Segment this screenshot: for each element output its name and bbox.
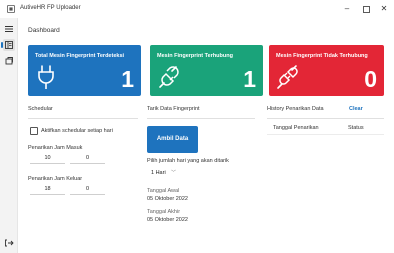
card-title: Mesin Fingerprint Terhubung	[157, 53, 233, 59]
plug-connected-icon	[159, 66, 179, 88]
plug-icon	[38, 65, 54, 89]
app-icon	[7, 5, 15, 13]
end-date-value: 05 Oktober 2022	[147, 217, 188, 223]
sidebar	[0, 18, 18, 253]
keluar-hour-input[interactable]: 18	[30, 184, 65, 195]
minimize-icon[interactable]: –	[337, 3, 357, 15]
card-value: 0	[364, 66, 377, 92]
masuk-minute-input[interactable]: 0	[70, 153, 105, 164]
window-title: AutiveHR FP Uploader	[20, 5, 81, 11]
maximize-icon[interactable]	[356, 3, 376, 15]
history-title: History Penarikan Data	[267, 106, 324, 112]
clear-button[interactable]: Clear	[349, 106, 363, 112]
close-icon[interactable]: ✕	[374, 3, 394, 15]
days-select[interactable]: 1 Hari ﹀	[148, 168, 178, 179]
schedular-title: Schedular	[28, 106, 53, 112]
card-value: 1	[121, 66, 134, 92]
schedular-checkbox-label: Aktifkan schedular setiap hari	[41, 128, 113, 134]
chevron-down-icon: ﹀	[170, 170, 176, 176]
days-label: Pilih jumlah hari yang akan ditarik	[147, 158, 229, 164]
tarik-divider	[147, 118, 255, 119]
start-date-label: Tanggal Awal	[147, 188, 180, 194]
masuk-label: Penarikan Jam Masuk	[28, 145, 83, 151]
card-disconnected: Mesin Fingerprint Tidak Terhubung 0	[269, 45, 384, 96]
keluar-minute-input[interactable]: 0	[70, 184, 105, 195]
history-header-divider	[267, 134, 384, 135]
card-value: 1	[243, 66, 256, 92]
plug-disconnected-icon	[277, 65, 298, 89]
ambil-data-button[interactable]: Ambil Data	[147, 126, 198, 153]
history-divider	[267, 118, 384, 119]
schedular-checkbox[interactable]	[30, 127, 38, 135]
keluar-label: Penarikan Jam Keluar	[28, 176, 83, 182]
dashboard-icon[interactable]	[1, 39, 15, 51]
tarik-title: Tarik Data Fingerprint	[147, 106, 200, 112]
schedular-divider	[28, 118, 138, 119]
end-date-label: Tanggal Akhir	[147, 209, 181, 215]
history-col-status: Status	[348, 125, 364, 131]
title-bar: AutiveHR FP Uploader – ✕	[0, 0, 394, 18]
page-title: Dashboard	[28, 27, 60, 34]
history-col-tanggal: Tanggal Penarikan	[273, 125, 319, 131]
card-title: Mesin Fingerprint Tidak Terhubung	[276, 53, 368, 59]
start-date-value: 05 Oktober 2022	[147, 196, 188, 202]
card-connected: Mesin Fingerprint Terhubung 1	[150, 45, 263, 96]
logout-icon[interactable]	[3, 237, 15, 249]
card-title: Total Mesin Fingerprint Terdeteksi	[35, 53, 125, 59]
sync-icon[interactable]	[3, 55, 15, 67]
days-select-value: 1 Hari	[151, 170, 166, 176]
card-total-detected: Total Mesin Fingerprint Terdeteksi 1	[28, 45, 141, 96]
masuk-hour-input[interactable]: 10	[30, 153, 65, 164]
hamburger-menu-icon[interactable]	[3, 23, 15, 35]
